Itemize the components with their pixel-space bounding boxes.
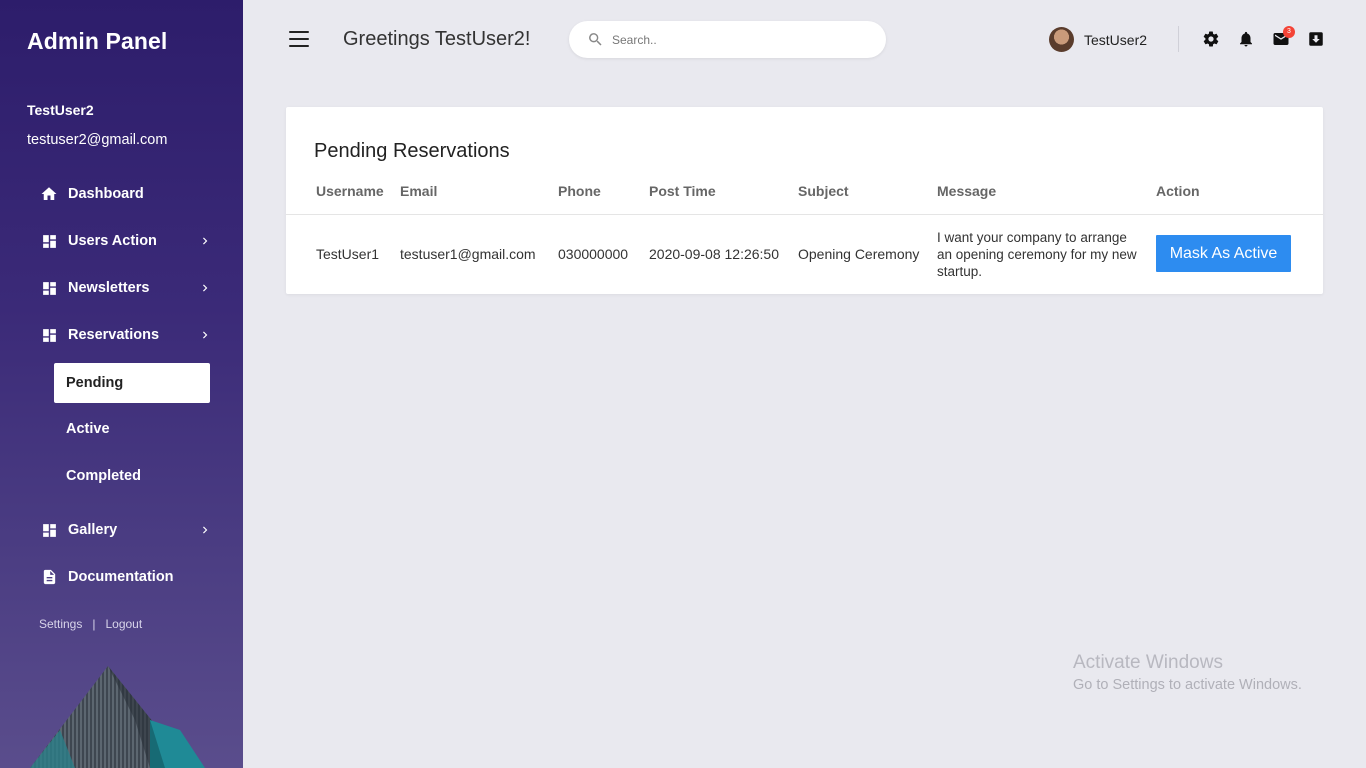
- column-header-action: Action: [1156, 183, 1200, 199]
- column-header-email: Email: [400, 183, 438, 199]
- sidebar-user-email: testuser2@gmail.com: [27, 132, 168, 148]
- activate-windows-title: Activate Windows: [1073, 652, 1223, 673]
- column-header-phone: Phone: [558, 183, 601, 199]
- chevron-right-icon: [203, 526, 208, 534]
- chevron-right-icon: [203, 331, 208, 339]
- search-bar[interactable]: [569, 21, 886, 58]
- brand-title: Admin Panel: [27, 28, 168, 54]
- sidebar-item-label: Newsletters: [68, 280, 150, 296]
- column-header-message: Message: [937, 183, 997, 199]
- table-divider: [286, 214, 1323, 215]
- search-icon: [589, 33, 602, 46]
- document-icon: [40, 568, 58, 586]
- sidebar-item-label: Gallery: [68, 522, 118, 538]
- sidebar-item-documentation[interactable]: Documentation: [40, 562, 220, 592]
- grid-icon: [40, 521, 58, 539]
- footer-separator: |: [92, 617, 96, 631]
- grid-icon: [40, 326, 58, 344]
- cell-subject: Opening Ceremony: [798, 246, 920, 262]
- building-illustration: [30, 666, 205, 768]
- sidebar-item-label: Users Action: [68, 233, 157, 249]
- mask-as-active-button[interactable]: Mask As Active: [1156, 235, 1291, 272]
- cell-message: I want your company to arrange an openin…: [937, 230, 1137, 279]
- hamburger-line: [289, 45, 309, 47]
- sidebar-item-label: Dashboard: [68, 186, 144, 202]
- sidebar-subitem-active[interactable]: Active: [54, 409, 210, 449]
- logout-link[interactable]: Logout: [105, 617, 142, 631]
- column-header-post-time: Post Time: [649, 183, 716, 199]
- sidebar-user-name: TestUser2: [27, 102, 94, 118]
- grid-icon: [40, 279, 58, 297]
- sidebar: Admin Panel TestUser2 testuser2@gmail.co…: [0, 0, 243, 768]
- page-greeting: Greetings TestUser2!: [343, 28, 531, 50]
- hamburger-line: [289, 31, 309, 33]
- sidebar-footer-links: Settings | Logout: [39, 617, 142, 631]
- sidebar-item-label: Reservations: [68, 327, 160, 343]
- gear-icon[interactable]: [1202, 30, 1220, 48]
- cell-post-time: 2020-09-08 12:26:50: [649, 246, 779, 262]
- home-icon: [40, 185, 58, 203]
- cell-phone: 030000000: [558, 246, 629, 262]
- sidebar-item-newsletters[interactable]: Newsletters: [40, 273, 220, 303]
- settings-link[interactable]: Settings: [39, 617, 82, 631]
- sidebar-item-reservations[interactable]: Reservations: [40, 320, 220, 350]
- hamburger-line: [289, 38, 309, 40]
- search-input[interactable]: [612, 32, 862, 47]
- sidebar-item-gallery[interactable]: Gallery: [40, 515, 220, 545]
- cell-email: testuser1@gmail.com: [400, 246, 536, 262]
- download-icon[interactable]: [1307, 30, 1325, 48]
- header-divider: [1178, 26, 1179, 52]
- sidebar-item-label: Documentation: [68, 569, 174, 585]
- sidebar-subitem-pending[interactable]: Pending: [54, 363, 210, 403]
- column-header-username: Username: [316, 183, 384, 199]
- profile-name: TestUser2: [1084, 31, 1148, 48]
- activate-windows-subtitle: Go to Settings to activate Windows.: [1073, 677, 1302, 693]
- chevron-right-icon: [203, 284, 208, 292]
- sidebar-item-users-action[interactable]: Users Action: [40, 226, 220, 256]
- column-header-subject: Subject: [798, 183, 849, 199]
- chevron-right-icon: [203, 237, 208, 245]
- bell-icon[interactable]: [1237, 30, 1255, 48]
- pending-reservations-card: Pending Reservations Username Email Phon…: [286, 107, 1323, 294]
- sidebar-item-dashboard[interactable]: Dashboard: [40, 179, 220, 209]
- avatar: [1049, 27, 1074, 52]
- menu-toggle-button[interactable]: [289, 31, 309, 47]
- card-title: Pending Reservations: [314, 140, 510, 162]
- grid-icon: [40, 232, 58, 250]
- mail-badge: 3: [1283, 26, 1295, 38]
- cell-username: TestUser1: [316, 246, 380, 262]
- user-profile-menu[interactable]: TestUser2: [1049, 27, 1147, 52]
- sidebar-subitem-completed[interactable]: Completed: [54, 456, 210, 496]
